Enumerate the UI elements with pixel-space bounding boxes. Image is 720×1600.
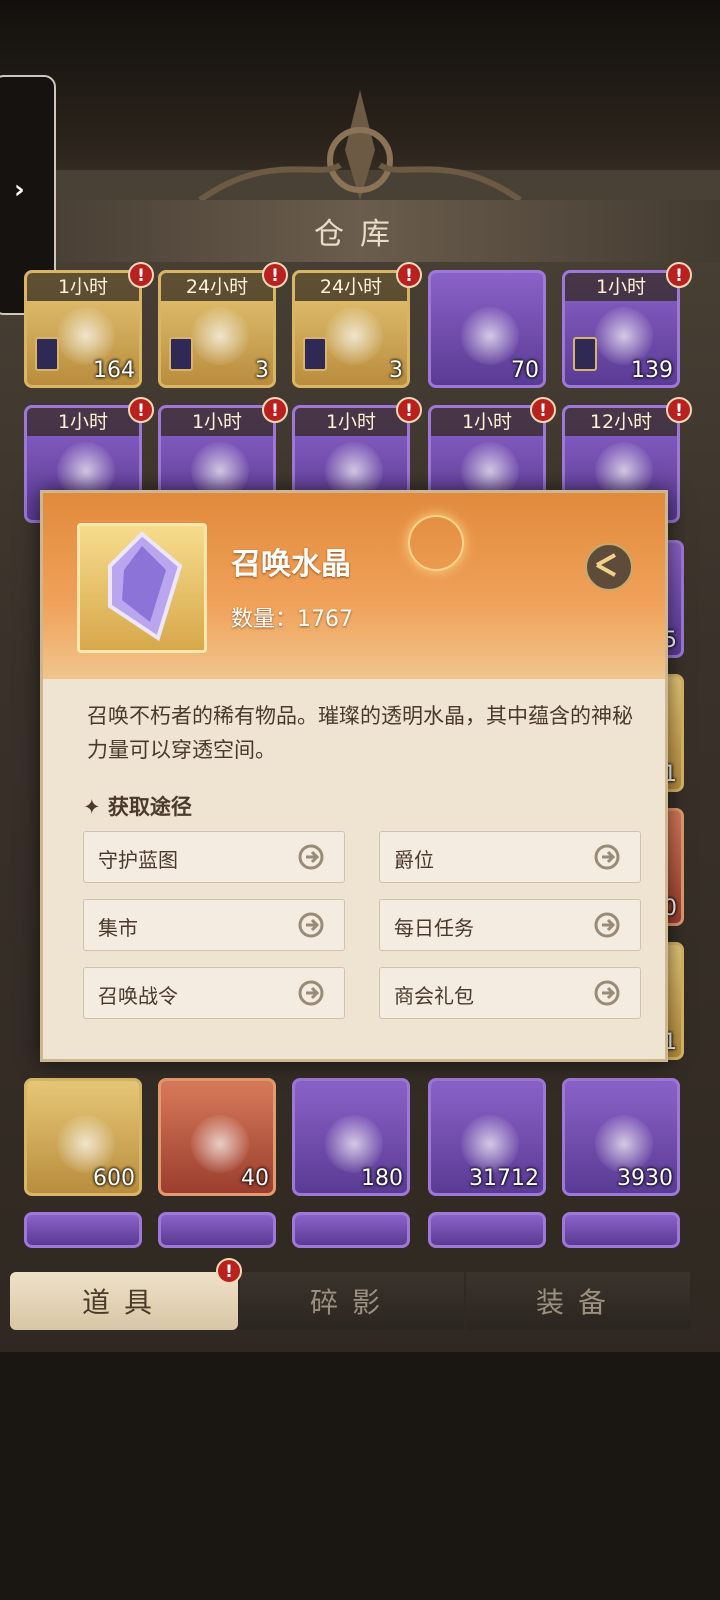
item-slot[interactable] bbox=[292, 1212, 410, 1248]
slot-timer: 1小时 bbox=[565, 273, 677, 301]
slot-count: 70 bbox=[511, 358, 539, 383]
hourglass-icon bbox=[303, 337, 327, 371]
source-label: 爵位 bbox=[394, 848, 434, 872]
slot-count: 180 bbox=[361, 1166, 403, 1191]
go-arrow-icon bbox=[298, 980, 324, 1006]
item-detail-popup: 召唤水晶 数量：1767 召唤不朽者的稀有物品。璀璨的透明水晶，其中蕴含的神秘力… bbox=[40, 490, 668, 1062]
alert-badge: ! bbox=[666, 397, 692, 423]
bottom-nav-dimmed bbox=[0, 1352, 720, 1600]
item-slot[interactable]: 1小时 139 bbox=[562, 270, 680, 388]
slot-timer: 24小时 bbox=[295, 273, 407, 301]
slot-timer: 24小时 bbox=[161, 273, 273, 301]
item-slot[interactable]: 1小时 164 bbox=[24, 270, 142, 388]
alert-badge: ! bbox=[396, 397, 422, 423]
source-label: 商会礼包 bbox=[394, 984, 474, 1008]
slot-count: 3930 bbox=[617, 1166, 673, 1191]
source-button[interactable]: 守护蓝图 bbox=[83, 831, 345, 883]
source-label: 召唤战令 bbox=[98, 984, 178, 1008]
item-slot[interactable]: 31712 bbox=[428, 1078, 546, 1196]
slot-timer: 12小时 bbox=[565, 408, 677, 436]
slot-timer: 1小时 bbox=[295, 408, 407, 436]
alert-badge: ! bbox=[666, 262, 692, 288]
coins-icon bbox=[57, 307, 115, 365]
sources-title: ✦ 获取途径 bbox=[83, 795, 192, 819]
warehouse-title-bar: 仓库 bbox=[0, 200, 720, 262]
alert-badge: ! bbox=[128, 262, 154, 288]
item-quantity: 数量：1767 bbox=[231, 607, 353, 632]
slot-count: 3 bbox=[255, 358, 269, 383]
source-button[interactable]: 爵位 bbox=[379, 831, 641, 883]
item-slot[interactable]: 600 bbox=[24, 1078, 142, 1196]
item-slot[interactable]: 70 bbox=[428, 270, 546, 388]
slot-timer: 1小时 bbox=[161, 408, 273, 436]
chest-icon bbox=[461, 307, 519, 365]
slot-count: 3 bbox=[389, 358, 403, 383]
scroll-icon bbox=[595, 1115, 653, 1173]
alert-badge: ! bbox=[262, 262, 288, 288]
tab-shards[interactable]: 碎影 bbox=[240, 1272, 464, 1330]
item-slot[interactable]: 24小时 3 bbox=[158, 270, 276, 388]
slot-timer: 1小时 bbox=[27, 273, 139, 301]
source-button[interactable]: 集市 bbox=[83, 899, 345, 951]
item-name: 召唤水晶 bbox=[231, 547, 351, 582]
tab-items[interactable]: 道具 bbox=[10, 1272, 238, 1330]
source-button[interactable]: 每日任务 bbox=[379, 899, 641, 951]
slot-count: 164 bbox=[93, 358, 135, 383]
category-tabbar: 道具 碎影 装备 ! bbox=[10, 1258, 690, 1332]
crystal-icon bbox=[191, 307, 249, 365]
hourglass-icon bbox=[169, 337, 193, 371]
warehouse-title: 仓库 bbox=[314, 217, 406, 252]
card-icon bbox=[191, 1115, 249, 1173]
slot-count: 40 bbox=[241, 1166, 269, 1191]
source-button[interactable]: 商会礼包 bbox=[379, 967, 641, 1019]
go-arrow-icon bbox=[594, 980, 620, 1006]
alert-badge: ! bbox=[216, 1258, 242, 1284]
share-button[interactable] bbox=[585, 543, 633, 591]
card-icon bbox=[57, 1115, 115, 1173]
item-slot[interactable] bbox=[158, 1212, 276, 1248]
alert-badge: ! bbox=[128, 397, 154, 423]
item-slot[interactable]: 40 bbox=[158, 1078, 276, 1196]
item-slot[interactable]: 24小时 3 bbox=[292, 270, 410, 388]
slot-count: 139 bbox=[631, 358, 673, 383]
go-arrow-icon bbox=[594, 912, 620, 938]
item-slot[interactable] bbox=[24, 1212, 142, 1248]
item-image-frame bbox=[77, 523, 207, 653]
hourglass-icon bbox=[35, 337, 59, 371]
go-arrow-icon bbox=[298, 844, 324, 870]
item-slot[interactable] bbox=[428, 1212, 546, 1248]
crystal-icon bbox=[325, 307, 383, 365]
go-arrow-icon bbox=[594, 844, 620, 870]
tab-equipment[interactable]: 装备 bbox=[466, 1272, 690, 1330]
ornament-emblem bbox=[198, 90, 522, 203]
source-label: 每日任务 bbox=[394, 916, 474, 940]
source-button[interactable]: 召唤战令 bbox=[83, 967, 345, 1019]
crystal-icon bbox=[461, 1115, 519, 1173]
alert-badge: ! bbox=[262, 397, 288, 423]
slot-count: 31712 bbox=[469, 1166, 539, 1191]
hourglass-icon bbox=[573, 337, 597, 371]
item-slot[interactable]: 180 bbox=[292, 1078, 410, 1196]
alert-badge: ! bbox=[396, 262, 422, 288]
item-description: 召唤不朽者的稀有物品。璀璨的透明水晶，其中蕴含的神秘力量可以穿透空间。 bbox=[87, 704, 633, 762]
go-arrow-icon bbox=[298, 912, 324, 938]
sparkle-icon bbox=[408, 515, 464, 571]
source-label: 集市 bbox=[98, 916, 138, 940]
medal-icon bbox=[595, 307, 653, 365]
chevron-right-icon: › bbox=[14, 175, 25, 205]
summon-crystal-icon bbox=[108, 531, 183, 642]
item-slot[interactable] bbox=[562, 1212, 680, 1248]
slot-count: 600 bbox=[93, 1166, 135, 1191]
item-slot[interactable]: 3930 bbox=[562, 1078, 680, 1196]
scroll-icon bbox=[325, 1115, 383, 1173]
slot-timer: 1小时 bbox=[431, 408, 543, 436]
slot-timer: 1小时 bbox=[27, 408, 139, 436]
share-icon bbox=[596, 553, 616, 577]
alert-badge: ! bbox=[530, 397, 556, 423]
source-label: 守护蓝图 bbox=[98, 848, 178, 872]
